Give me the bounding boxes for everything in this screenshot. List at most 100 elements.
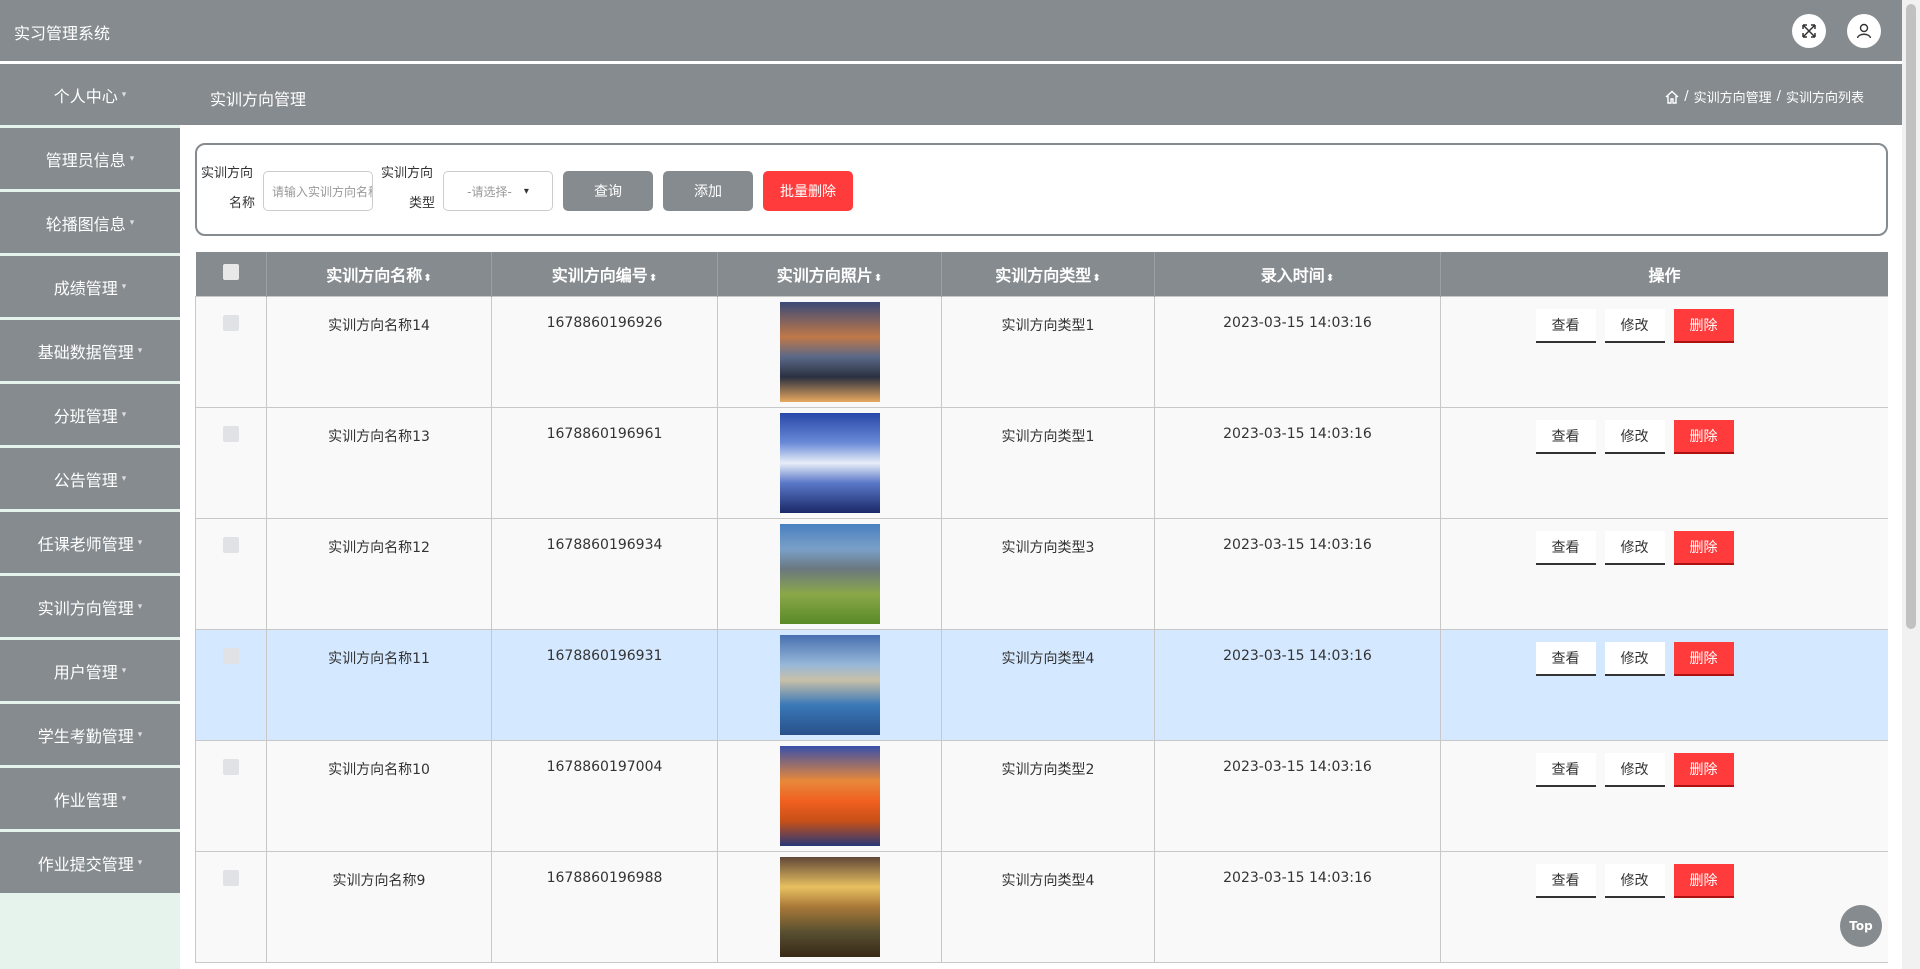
home-icon[interactable] — [1665, 90, 1679, 104]
sidebar-item-label: 作业提交管理 — [37, 854, 134, 874]
sidebar-item-6[interactable]: 分班管理 ▾ — [0, 384, 180, 445]
row-checkbox[interactable] — [223, 536, 239, 553]
breadcrumb-item-1[interactable]: 实训方向管理 — [1694, 87, 1772, 106]
type-select[interactable]: -请选择- ▾ — [443, 171, 553, 211]
row-checkbox[interactable] — [223, 425, 239, 442]
user-icon[interactable] — [1847, 14, 1881, 48]
row-checkbox[interactable] — [223, 314, 239, 331]
sort-icon[interactable]: ⬍ — [423, 273, 431, 284]
sidebar-item-13[interactable]: 作业提交管理 ▾ — [0, 832, 180, 893]
chevron-down-icon: ▾ — [121, 473, 127, 484]
back-to-top-button[interactable]: Top — [1840, 905, 1882, 947]
table-row[interactable]: 实训方向名称9 1678860196988 实训方向类型4 2023-03-15 14… — [195, 850, 1888, 963]
training-direction-photo[interactable] — [779, 856, 880, 957]
name-label-line1: 实训方向 — [201, 166, 254, 181]
delete-button[interactable]: 删除 — [1673, 641, 1734, 676]
cell-code: 1678860196988 — [491, 850, 718, 963]
view-button[interactable]: 查看 — [1535, 419, 1596, 454]
table-row[interactable]: 实训方向名称11 1678860196931 实训方向类型4 2023-03-15 1… — [195, 628, 1888, 741]
edit-button[interactable]: 修改 — [1604, 419, 1665, 454]
edit-button[interactable]: 修改 — [1604, 308, 1665, 343]
column-header-label: 实训方向名称 — [326, 265, 423, 285]
delete-button[interactable]: 删除 — [1673, 530, 1734, 565]
delete-button[interactable]: 删除 — [1673, 863, 1734, 898]
sidebar-item-7[interactable]: 公告管理 ▾ — [0, 448, 180, 509]
cell-type: 实训方向类型2 — [941, 739, 1155, 852]
sort-icon[interactable]: ⬍ — [1326, 273, 1334, 284]
view-button[interactable]: 查看 — [1535, 308, 1596, 343]
sort-icon[interactable]: ⬍ — [1092, 273, 1100, 284]
name-search-input[interactable]: 请输入实训方向名称 — [263, 171, 373, 211]
cell-actions: 查看 修改 删除 — [1440, 628, 1888, 741]
column-header-label: 实训方向类型 — [995, 265, 1092, 285]
chevron-down-icon: ▾ — [137, 601, 143, 612]
page-scrollbar[interactable] — [1902, 0, 1920, 969]
column-header-code[interactable]: 实训方向编号⬍ — [491, 252, 718, 296]
edit-button[interactable]: 修改 — [1604, 863, 1665, 898]
edit-button[interactable]: 修改 — [1604, 641, 1665, 676]
delete-button[interactable]: 删除 — [1673, 419, 1734, 454]
add-button[interactable]: 添加 — [663, 171, 753, 211]
row-checkbox[interactable] — [223, 869, 239, 886]
type-label-line2: 类型 — [409, 196, 436, 211]
sidebar-item-label: 轮播图信息 — [45, 214, 126, 234]
query-button[interactable]: 查询 — [563, 171, 653, 211]
table-row[interactable]: 实训方向名称10 1678860197004 实训方向类型2 2023-03-15 1… — [195, 739, 1888, 852]
table-row[interactable]: 实训方向名称14 1678860196926 实训方向类型1 2023-03-15 1… — [195, 295, 1888, 408]
chevron-down-icon: ▾ — [137, 729, 143, 740]
sort-icon[interactable]: ⬍ — [649, 273, 657, 284]
row-checkbox[interactable] — [223, 758, 239, 775]
edit-button[interactable]: 修改 — [1604, 530, 1665, 565]
sidebar-item-8[interactable]: 任课老师管理 ▾ — [0, 512, 180, 573]
breadcrumb-separator: / — [1684, 89, 1689, 104]
scrollbar-thumb[interactable] — [1906, 4, 1916, 629]
cell-name: 实训方向名称14 — [266, 295, 492, 408]
sidebar-item-12[interactable]: 作业管理 ▾ — [0, 768, 180, 829]
chevron-down-icon: ▾ — [121, 793, 127, 804]
row-checkbox-cell — [195, 517, 267, 630]
delete-button[interactable]: 删除 — [1673, 308, 1734, 343]
select-all-checkbox[interactable] — [222, 263, 239, 280]
chevron-down-icon: ▾ — [137, 345, 143, 356]
view-button[interactable]: 查看 — [1535, 752, 1596, 787]
sidebar-item-1[interactable]: 个人中心 ▾ — [0, 64, 180, 125]
sidebar-item-9[interactable]: 实训方向管理 ▾ — [0, 576, 180, 637]
sidebar-item-10[interactable]: 用户管理 ▾ — [0, 640, 180, 701]
table-row[interactable]: 实训方向名称12 1678860196934 实训方向类型3 2023-03-15 1… — [195, 517, 1888, 630]
batch-delete-button[interactable]: 批量删除 — [763, 171, 853, 211]
fullscreen-icon[interactable] — [1792, 14, 1826, 48]
chevron-down-icon: ▾ — [121, 281, 127, 292]
sort-icon[interactable]: ⬍ — [874, 273, 882, 284]
view-button[interactable]: 查看 — [1535, 641, 1596, 676]
data-table: 实训方向名称⬍ 实训方向编号⬍ 实训方向照片⬍ 实训方向类型⬍ 录入时间⬍ 操作… — [195, 252, 1888, 969]
column-header-type[interactable]: 实训方向类型⬍ — [941, 252, 1155, 296]
training-direction-photo[interactable] — [779, 412, 880, 513]
sidebar-item-3[interactable]: 轮播图信息 ▾ — [0, 192, 180, 253]
training-direction-photo[interactable] — [779, 301, 880, 402]
sidebar-item-11[interactable]: 学生考勤管理 ▾ — [0, 704, 180, 765]
sidebar-item-label: 实训方向管理 — [37, 598, 134, 618]
training-direction-photo[interactable] — [779, 523, 880, 624]
sidebar-item-label: 公告管理 — [53, 470, 118, 490]
sidebar-item-5[interactable]: 基础数据管理 ▾ — [0, 320, 180, 381]
column-header-photo[interactable]: 实训方向照片⬍ — [717, 252, 942, 296]
column-header-time[interactable]: 录入时间⬍ — [1154, 252, 1441, 296]
name-label-line2: 名称 — [229, 196, 256, 211]
chevron-down-icon: ▾ — [121, 665, 127, 676]
chevron-down-icon: ▾ — [137, 857, 143, 868]
column-header-name[interactable]: 实训方向名称⬍ — [266, 252, 492, 296]
table-row[interactable]: 实训方向名称13 1678860196961 实训方向类型1 2023-03-15 1… — [195, 406, 1888, 519]
row-checkbox[interactable] — [223, 647, 239, 664]
type-select-value: -请选择- — [467, 184, 512, 199]
edit-button[interactable]: 修改 — [1604, 752, 1665, 787]
delete-button[interactable]: 删除 — [1673, 752, 1734, 787]
view-button[interactable]: 查看 — [1535, 863, 1596, 898]
training-direction-photo[interactable] — [779, 634, 880, 735]
training-direction-photo[interactable] — [779, 745, 880, 846]
sidebar-item-4[interactable]: 成绩管理 ▾ — [0, 256, 180, 317]
sidebar-item-2[interactable]: 管理员信息 ▾ — [0, 128, 180, 189]
sidebar: 个人中心 ▾ 管理员信息 ▾ 轮播图信息 ▾ 成绩管理 ▾ 基础数据管理 ▾ 分班管理 ▾ 公告管理 ▾ 任… — [0, 64, 180, 969]
chevron-down-icon: ▾ — [137, 537, 143, 548]
view-button[interactable]: 查看 — [1535, 530, 1596, 565]
sidebar-item-label: 分班管理 — [53, 406, 118, 426]
